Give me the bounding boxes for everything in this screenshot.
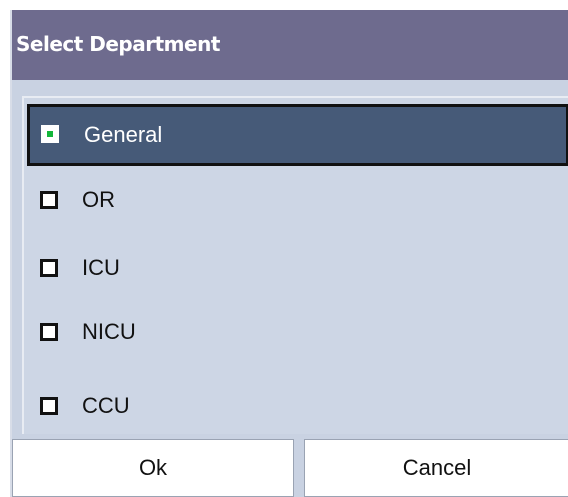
dialog-titlebar: Select Department (12, 10, 568, 80)
checkbox-unchecked-icon (40, 397, 58, 415)
department-label: General (84, 122, 163, 147)
checkbox-checked-icon (41, 125, 59, 143)
department-label: OR (82, 187, 115, 212)
department-option-or[interactable]: OR (28, 170, 562, 230)
ok-button[interactable]: Ok (12, 439, 294, 497)
department-list: General OR ICU NICU CCU (22, 96, 568, 434)
department-label: CCU (82, 393, 130, 418)
check-mark-icon (47, 131, 53, 137)
department-option-nicu[interactable]: NICU (28, 302, 562, 362)
department-option-ccu[interactable]: CCU (28, 376, 562, 436)
checkbox-unchecked-icon (40, 259, 58, 277)
department-option-general[interactable]: General (27, 104, 568, 166)
department-label: NICU (82, 319, 136, 344)
department-label: ICU (82, 255, 120, 280)
department-option-icu[interactable]: ICU (28, 238, 562, 298)
checkbox-unchecked-icon (40, 323, 58, 341)
dialog-title: Select Department (16, 32, 220, 56)
cancel-button[interactable]: Cancel (304, 439, 568, 497)
checkbox-unchecked-icon (40, 191, 58, 209)
select-department-dialog: Select Department General OR ICU NICU CC… (10, 10, 568, 497)
